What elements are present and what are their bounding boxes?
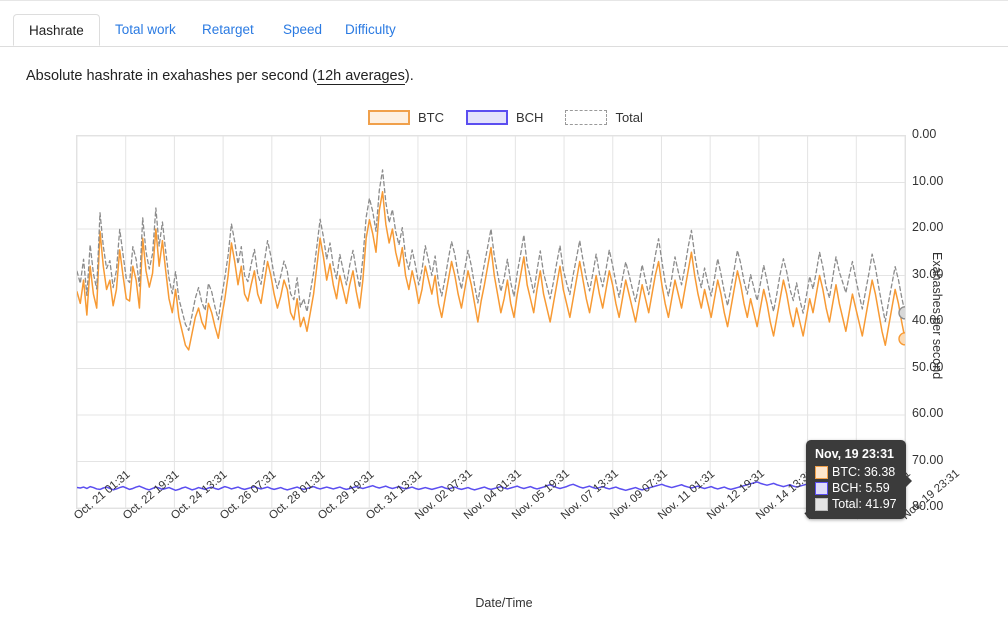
- y-tick-label: 70.00: [912, 452, 944, 467]
- plot-area[interactable]: [76, 135, 906, 509]
- tab-difficulty[interactable]: Difficulty: [330, 14, 411, 46]
- tooltip-value-bch: BCH: 5.59: [832, 481, 890, 495]
- y-tick-label: 10.00: [912, 173, 944, 188]
- tooltip-row-btc: BTC: 36.38: [815, 464, 897, 480]
- y-tick-label: 20.00: [912, 220, 944, 234]
- y-tick-label: 60.00: [912, 406, 944, 420]
- tab-baseline: [0, 46, 1008, 47]
- y-axis-title: Exahashes per second: [930, 252, 944, 380]
- tooltip-swatch-total: [815, 497, 828, 511]
- x-axis-title: Date/Time: [475, 596, 533, 610]
- tooltip-row-total: Total: 41.97: [815, 496, 897, 512]
- legend-label-total: Total: [615, 110, 643, 125]
- legend-swatch-bch: [466, 110, 508, 125]
- top-divider: [0, 0, 1008, 1]
- legend-label-btc: BTC: [418, 110, 444, 125]
- caption-before: Absolute hashrate in exahashes per secon…: [26, 68, 317, 84]
- tab-bar: Hashrate Total work Retarget Speed Diffi…: [0, 14, 1008, 47]
- legend-item-total[interactable]: Total: [565, 110, 643, 125]
- chart-tooltip: Nov, 19 23:31 BTC: 36.38 BCH: 5.59 Total…: [806, 440, 912, 519]
- tab-total-work[interactable]: Total work: [100, 14, 191, 46]
- tab-retarget[interactable]: Retarget: [187, 14, 269, 46]
- tab-speed[interactable]: Speed: [268, 14, 337, 46]
- tooltip-value-btc: BTC: 36.38: [832, 465, 896, 479]
- chart-legend: BTC BCH Total: [0, 110, 1008, 132]
- chart-caption: Absolute hashrate in exahashes per secon…: [26, 68, 414, 85]
- tooltip-swatch-bch: [815, 481, 828, 495]
- averages-link[interactable]: 12h averages: [317, 68, 405, 85]
- caption-after: ).: [404, 68, 414, 84]
- tab-hashrate[interactable]: Hashrate: [13, 14, 100, 46]
- legend-swatch-total: [565, 110, 608, 125]
- legend-label-bch: BCH: [516, 110, 544, 125]
- tooltip-swatch-btc: [815, 465, 828, 479]
- hashrate-chart: BTC BCH Total 80.00 70.00 60.00 50.00 40.00 3…: [0, 100, 1008, 617]
- legend-item-btc[interactable]: BTC: [368, 110, 444, 125]
- tooltip-pointer: [904, 474, 912, 488]
- tooltip-row-bch: BCH: 5.59: [815, 480, 897, 496]
- legend-swatch-btc: [368, 110, 410, 125]
- tooltip-value-total: Total: 41.97: [832, 497, 897, 511]
- legend-item-bch[interactable]: BCH: [466, 110, 543, 125]
- plot-svg: [77, 136, 905, 508]
- tooltip-title: Nov, 19 23:31: [815, 447, 894, 461]
- y-tick-label: 0.00: [912, 127, 937, 141]
